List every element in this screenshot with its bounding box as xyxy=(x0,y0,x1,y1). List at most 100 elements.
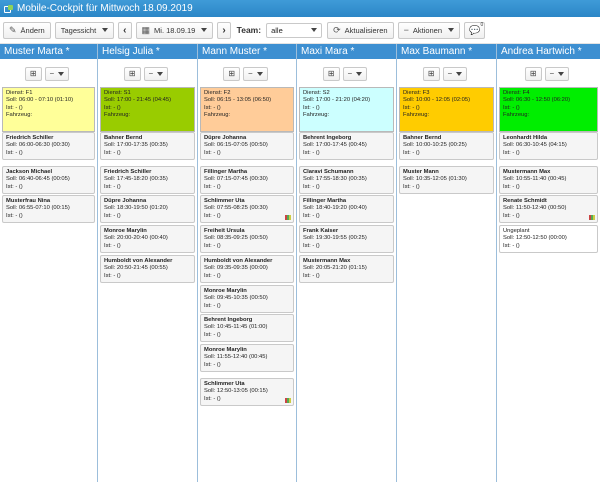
visit-card[interactable]: Schlimmer Uta Soll: 07:55-08:25 (00:30) Is… xyxy=(200,195,294,223)
visit-card[interactable]: Frank Kaiser Soll: 19:30-19:55 (00:25) Ist… xyxy=(299,225,394,253)
visit-card[interactable]: Fillinger Martha Soll: 07:15-07:45 (00:30… xyxy=(200,166,294,194)
map-button[interactable]: ⊞ xyxy=(123,66,141,81)
visit-ist: Ist: - () xyxy=(204,183,221,190)
refresh-icon: ⟳ xyxy=(333,24,341,35)
client-name: Fillinger Martha xyxy=(303,198,347,204)
shift-name: Dienst: S2 xyxy=(303,90,330,96)
shift-card[interactable]: Dienst: F2 Soll: 06:15 - 13:05 (06:50) Ist… xyxy=(200,87,294,132)
visit-card[interactable]: Freiheit Ursula Soll: 08:35-09:25 (00:50)… xyxy=(200,225,294,253)
client-name: Bahner Bernd xyxy=(104,135,143,141)
visit-ist: Ist: - () xyxy=(503,149,520,156)
column-actions-button[interactable]: − xyxy=(44,66,70,81)
visit-card[interactable]: Renate Schmidt Soll: 11:50-12:40 (00:50) I… xyxy=(499,195,598,223)
shift-card[interactable]: Dienst: S2 Soll: 17:00 - 21:20 (04:20) Ist… xyxy=(299,87,394,132)
shift-soll: Soll: 17:00 - 21:45 (04:45) xyxy=(104,97,172,104)
prev-day-button[interactable]: ‹ xyxy=(118,21,132,39)
map-button[interactable]: ⊞ xyxy=(24,66,42,81)
map-button[interactable]: ⊞ xyxy=(422,66,440,81)
chevron-down-icon xyxy=(448,28,455,32)
shift-vehicle: Fahrzeug: xyxy=(6,112,33,119)
refresh-button[interactable]: ⟳ Aktualisieren xyxy=(327,21,394,39)
visit-card[interactable]: Jackson Michael Soll: 06:40-06:45 (00:05)… xyxy=(2,166,95,194)
visit-soll: Soll: 08:35-09:25 (00:50) xyxy=(204,235,268,242)
map-button[interactable]: ⊞ xyxy=(322,66,340,81)
column-actions-button[interactable]: − xyxy=(143,66,169,81)
visit-ist: Ist: - () xyxy=(204,242,221,249)
shift-soll: Soll: 06:15 - 13:05 (06:50) xyxy=(204,97,272,104)
column-header[interactable]: Muster Marta * xyxy=(0,44,97,59)
team-value: alle xyxy=(271,25,283,35)
visit-card[interactable]: Leonhardt Hilda Soll: 06:30-10:45 (04:15)… xyxy=(499,132,598,160)
visit-card[interactable]: Musterfrau Nina Soll: 06:55-07:10 (00:15)… xyxy=(2,195,95,223)
column-header[interactable]: Helsig Julia * xyxy=(98,44,197,59)
staff-column: Muster Marta * ⊞ − Dienst: F1 Soll: 06:00 - … xyxy=(0,44,98,482)
visit-soll: Soll: 19:30-19:55 (00:25) xyxy=(303,235,367,242)
visit-soll: Soll: 09:35-09:35 (00:00) xyxy=(204,265,268,272)
staff-column: Max Baumann * ⊞ − Dienst: F3 Soll: 10:00 - 1… xyxy=(397,44,497,482)
chevron-down-icon xyxy=(558,71,565,76)
visit-card[interactable]: Behrent Ingeborg Soll: 17:00-17:45 (00:45… xyxy=(299,132,394,160)
map-icon: ⊞ xyxy=(529,69,537,78)
visit-card[interactable]: Monroe Marylin Soll: 20:00-20:40 (00:40) I… xyxy=(100,225,195,253)
visit-card[interactable]: Bahner Bernd Soll: 17:00-17:35 (00:35) Ist… xyxy=(100,132,195,160)
chevron-down-icon xyxy=(311,28,318,32)
column-header[interactable]: Maxi Mara * xyxy=(297,44,396,59)
map-icon: ⊞ xyxy=(29,69,37,78)
visit-card[interactable]: Monroe Marylin Soll: 11:55-12:40 (00:45) I… xyxy=(200,344,294,372)
visit-card[interactable]: Monroe Marylin Soll: 09:45-10:35 (00:50) I… xyxy=(200,285,294,313)
shift-card[interactable]: Dienst: S1 Soll: 17:00 - 21:45 (04:45) Ist… xyxy=(100,87,195,132)
team-select[interactable]: alle xyxy=(266,22,323,38)
visit-card[interactable]: Mustermann Max Soll: 10:55-11:40 (00:45) I… xyxy=(499,166,598,194)
shift-card[interactable]: Dienst: F3 Soll: 10:00 - 12:05 (02:05) Ist… xyxy=(399,87,494,132)
client-name: Schlimmer Uta xyxy=(204,381,245,387)
note-icon xyxy=(589,215,595,220)
staff-columns: Muster Marta * ⊞ − Dienst: F1 Soll: 06:00 - … xyxy=(0,44,600,482)
shift-vehicle: Fahrzeug: xyxy=(303,112,330,119)
shift-card[interactable]: Dienst: F4 Soll: 06:30 - 12:50 (06:20) Ist… xyxy=(499,87,598,132)
visit-soll: Soll: 06:55-07:10 (00:15) xyxy=(6,205,70,212)
column-actions-button[interactable]: − xyxy=(544,66,570,81)
shift-ist: Ist: - () xyxy=(503,104,520,111)
shift-soll: Soll: 10:00 - 12:05 (02:05) xyxy=(403,97,471,104)
chat-button[interactable]: 💬 0 xyxy=(464,21,486,39)
visit-card[interactable]: Behrent Ingeborg Soll: 10:45-11:45 (01:00… xyxy=(200,314,294,342)
visit-card[interactable]: Bahner Bernd Soll: 10:00-10:25 (00:25) Ist… xyxy=(399,132,494,160)
visit-card[interactable]: Humboldt von Alexander Soll: 20:50-21:45 … xyxy=(100,255,195,283)
visit-card[interactable]: Friedrich Schiller Soll: 06:00-06:30 (00:… xyxy=(2,132,95,160)
visit-card[interactable]: Schlimmer Uta Soll: 12:50-13:05 (00:15) Is… xyxy=(200,378,294,406)
column-header[interactable]: Mann Muster * xyxy=(198,44,296,59)
column-actions-button[interactable]: − xyxy=(442,66,468,81)
visit-card[interactable]: Düpre Johanna Soll: 06:15-07:05 (00:50) Is… xyxy=(200,132,294,160)
shift-card[interactable]: Dienst: F1 Soll: 06:00 - 07:10 (01:10) Ist… xyxy=(2,87,95,132)
map-button[interactable]: ⊞ xyxy=(223,66,241,81)
client-name: Friedrich Schiller xyxy=(104,169,152,175)
column-actions-button[interactable]: − xyxy=(342,66,368,81)
app-icon xyxy=(4,5,13,13)
shift-soll: Soll: 06:30 - 12:50 (06:20) xyxy=(503,97,571,104)
note-icon xyxy=(285,398,291,403)
visit-card[interactable]: Düpre Johanna Soll: 18:30-19:50 (01:20) Is… xyxy=(100,195,195,223)
visit-card[interactable]: Fillinger Martha Soll: 18:40-19:20 (00:40… xyxy=(299,195,394,223)
actions-button[interactable]: − Aktionen xyxy=(397,21,461,39)
chevron-left-icon: ‹ xyxy=(123,24,127,36)
visit-card[interactable]: Humboldt von Alexander Soll: 09:35-09:35 … xyxy=(200,255,294,283)
visit-card[interactable]: Mustermann Max Soll: 20:05-21:20 (01:15) I… xyxy=(299,255,394,283)
visit-card[interactable]: Claravi Schumann Soll: 17:55-18:30 (00:35… xyxy=(299,166,394,194)
shift-soll: Soll: 06:00 - 07:10 (01:10) xyxy=(6,97,74,104)
next-day-button[interactable]: › xyxy=(217,21,231,39)
date-picker[interactable]: ▦ Mi. 18.09.19 xyxy=(135,21,214,39)
column-header[interactable]: Andrea Hartwich * xyxy=(497,44,600,59)
dash-icon: − xyxy=(49,69,55,78)
visit-card[interactable]: Muster Mann Soll: 10:35-12:05 (01:30) Ist:… xyxy=(399,166,494,194)
view-select[interactable]: Tagessicht xyxy=(54,21,115,39)
chevron-right-icon: › xyxy=(222,24,226,36)
client-name: Düpre Johanna xyxy=(104,198,147,204)
column-actions-button[interactable]: − xyxy=(243,66,268,81)
visit-card[interactable]: Ungeplant Soll: 12:50-12:50 (00:00) Ist: -… xyxy=(499,225,598,253)
map-button[interactable]: ⊞ xyxy=(524,66,542,81)
column-header[interactable]: Max Baumann * xyxy=(397,44,496,59)
visit-card[interactable]: Friedrich Schiller Soll: 17:45-18:20 (00:… xyxy=(100,166,195,194)
edit-button[interactable]: ✎ Ändern xyxy=(3,21,51,39)
shift-ist: Ist: - () xyxy=(104,104,121,111)
visit-soll: Soll: 17:00-17:45 (00:45) xyxy=(303,142,367,149)
